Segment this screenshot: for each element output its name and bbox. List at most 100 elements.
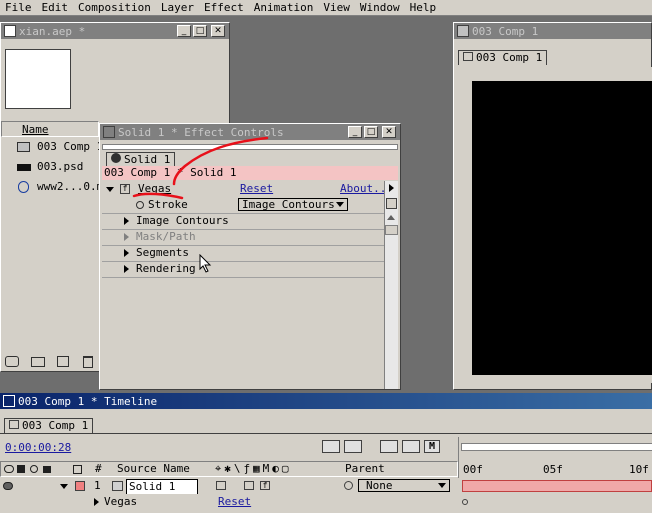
column-source-name[interactable]: Source Name	[117, 462, 190, 475]
shy-switch-icon[interactable]	[216, 481, 226, 490]
draft-3d-icon[interactable]	[402, 440, 420, 453]
minimize-button[interactable]: _	[177, 25, 191, 37]
group-rendering[interactable]: Rendering	[102, 261, 384, 277]
project-file-icon	[4, 25, 16, 37]
composition-icon	[17, 142, 30, 152]
timeline-title: 003 Comp 1 * Timeline	[18, 394, 158, 408]
parent-pickwhip-icon[interactable]	[344, 481, 353, 490]
chevron-down-icon	[336, 202, 344, 207]
motion-blur-icon[interactable]: M	[424, 440, 440, 453]
annotation-arrow	[132, 136, 269, 200]
expand-icon[interactable]	[94, 498, 99, 506]
scroll-right-icon[interactable]	[389, 184, 394, 192]
menu-file[interactable]: File	[0, 1, 37, 15]
timeline-toolbar: M	[322, 439, 452, 455]
find-icon[interactable]	[5, 356, 19, 367]
group-image-contours[interactable]: Image Contours	[102, 213, 384, 229]
expand-icon[interactable]	[124, 233, 129, 241]
expand-icon[interactable]	[124, 249, 129, 257]
time-ruler[interactable]: 00f 05f 10f	[458, 437, 652, 483]
layer-row[interactable]: 1 Solid 1 f None	[0, 478, 652, 495]
comp-viewer	[460, 67, 652, 383]
comp-tab[interactable]: 003 Comp 1	[458, 50, 548, 65]
timeline-icon	[3, 395, 15, 407]
column-number: #	[95, 462, 102, 475]
effect-icon	[111, 153, 121, 163]
chevron-down-icon	[438, 483, 446, 488]
solid-icon	[112, 481, 123, 491]
comp-flowchart-icon[interactable]	[322, 440, 340, 453]
scroll-thumb[interactable]	[385, 225, 398, 235]
list-item[interactable]: 003.psd	[1, 159, 99, 175]
close-button[interactable]: ✕	[382, 126, 396, 138]
project-title: xian.aep *	[19, 24, 86, 38]
menu-edit[interactable]: Edit	[37, 1, 74, 15]
ruler-05f: 05f	[543, 463, 563, 476]
layer-duration-bar[interactable]	[462, 480, 652, 492]
effect-switch-icon[interactable]: f	[260, 481, 270, 490]
menu-layer[interactable]: Layer	[156, 1, 199, 15]
lock-icon	[43, 466, 51, 473]
effect-row-reset[interactable]: Reset	[218, 494, 251, 510]
menu-bar: File Edit Composition Layer Effect Anima…	[0, 0, 652, 16]
eye-icon[interactable]	[3, 482, 13, 490]
layer-color-swatch[interactable]	[75, 481, 85, 491]
list-item[interactable]: 003 Comp 1	[1, 139, 103, 155]
comp-title-bar[interactable]: 003 Comp 1	[454, 23, 651, 39]
project-thumbnail	[5, 49, 71, 109]
comp-title: 003 Comp 1	[472, 24, 539, 38]
effect-scrollbar[interactable]	[384, 181, 398, 389]
collapse-icon[interactable]	[60, 484, 68, 489]
minimize-button[interactable]: _	[348, 126, 362, 138]
new-folder-icon[interactable]	[31, 357, 45, 367]
column-parent[interactable]: Parent	[345, 462, 385, 475]
frame-blend-icon[interactable]	[380, 440, 398, 453]
close-button[interactable]: ✕	[211, 25, 225, 37]
work-area-bar[interactable]	[461, 443, 652, 451]
menu-view[interactable]: View	[318, 1, 355, 15]
mouse-cursor-icon	[199, 254, 212, 273]
audio-file-icon	[18, 181, 29, 193]
new-comp-icon[interactable]	[57, 356, 69, 367]
fx-toggle-icon[interactable]: f	[120, 184, 130, 194]
composition-icon	[9, 420, 19, 429]
layer-number: 1	[94, 479, 101, 492]
maximize-button[interactable]: □	[364, 126, 378, 138]
collapse-icon[interactable]	[106, 187, 114, 192]
composition-window: 003 Comp 1 003 Comp 1	[453, 22, 652, 390]
scroll-up-icon[interactable]	[387, 215, 395, 220]
timecode[interactable]: 0:00:00:28	[5, 441, 71, 454]
label-icon	[73, 465, 82, 474]
trash-icon[interactable]	[83, 356, 93, 368]
menu-window[interactable]: Window	[355, 1, 405, 15]
timeline-tab[interactable]: 003 Comp 1	[4, 418, 94, 433]
parent-dropdown[interactable]: None	[358, 479, 450, 492]
solo-icon	[30, 465, 38, 473]
ruler-00f: 00f	[463, 463, 483, 476]
menu-help[interactable]: Help	[405, 1, 442, 15]
switches-icons: ⌖✱\ƒ▦M◐▢	[215, 462, 292, 475]
comp-canvas	[472, 81, 652, 375]
project-list: Name 003 Comp 1 003.psd www2...0.m	[1, 121, 103, 351]
effect-row-name: Vegas	[104, 495, 138, 508]
menu-composition[interactable]: Composition	[73, 1, 156, 15]
layer-name[interactable]: Solid 1	[126, 479, 199, 495]
render-icon[interactable]	[344, 440, 362, 453]
group-mask-path[interactable]: Mask/Path	[102, 229, 384, 245]
column-header-name[interactable]: Name	[1, 121, 99, 137]
quality-switch-icon[interactable]	[244, 481, 254, 490]
maximize-button[interactable]: □	[193, 25, 207, 37]
expand-icon[interactable]	[124, 265, 129, 273]
scroll-menu-icon[interactable]	[386, 198, 397, 209]
divider	[102, 277, 384, 278]
menu-animation[interactable]: Animation	[249, 1, 319, 15]
effect-row: Vegas Reset	[0, 494, 652, 510]
timeline-title-bar[interactable]: 003 Comp 1 * Timeline	[0, 393, 652, 409]
menu-effect[interactable]: Effect	[199, 1, 249, 15]
ruler-10f: 10f	[629, 463, 649, 476]
group-segments[interactable]: Segments	[102, 245, 384, 261]
timeline-tab-line	[0, 433, 652, 434]
effect-window-icon	[103, 126, 115, 138]
expand-icon[interactable]	[124, 217, 129, 225]
list-item[interactable]: www2...0.m	[1, 179, 103, 195]
